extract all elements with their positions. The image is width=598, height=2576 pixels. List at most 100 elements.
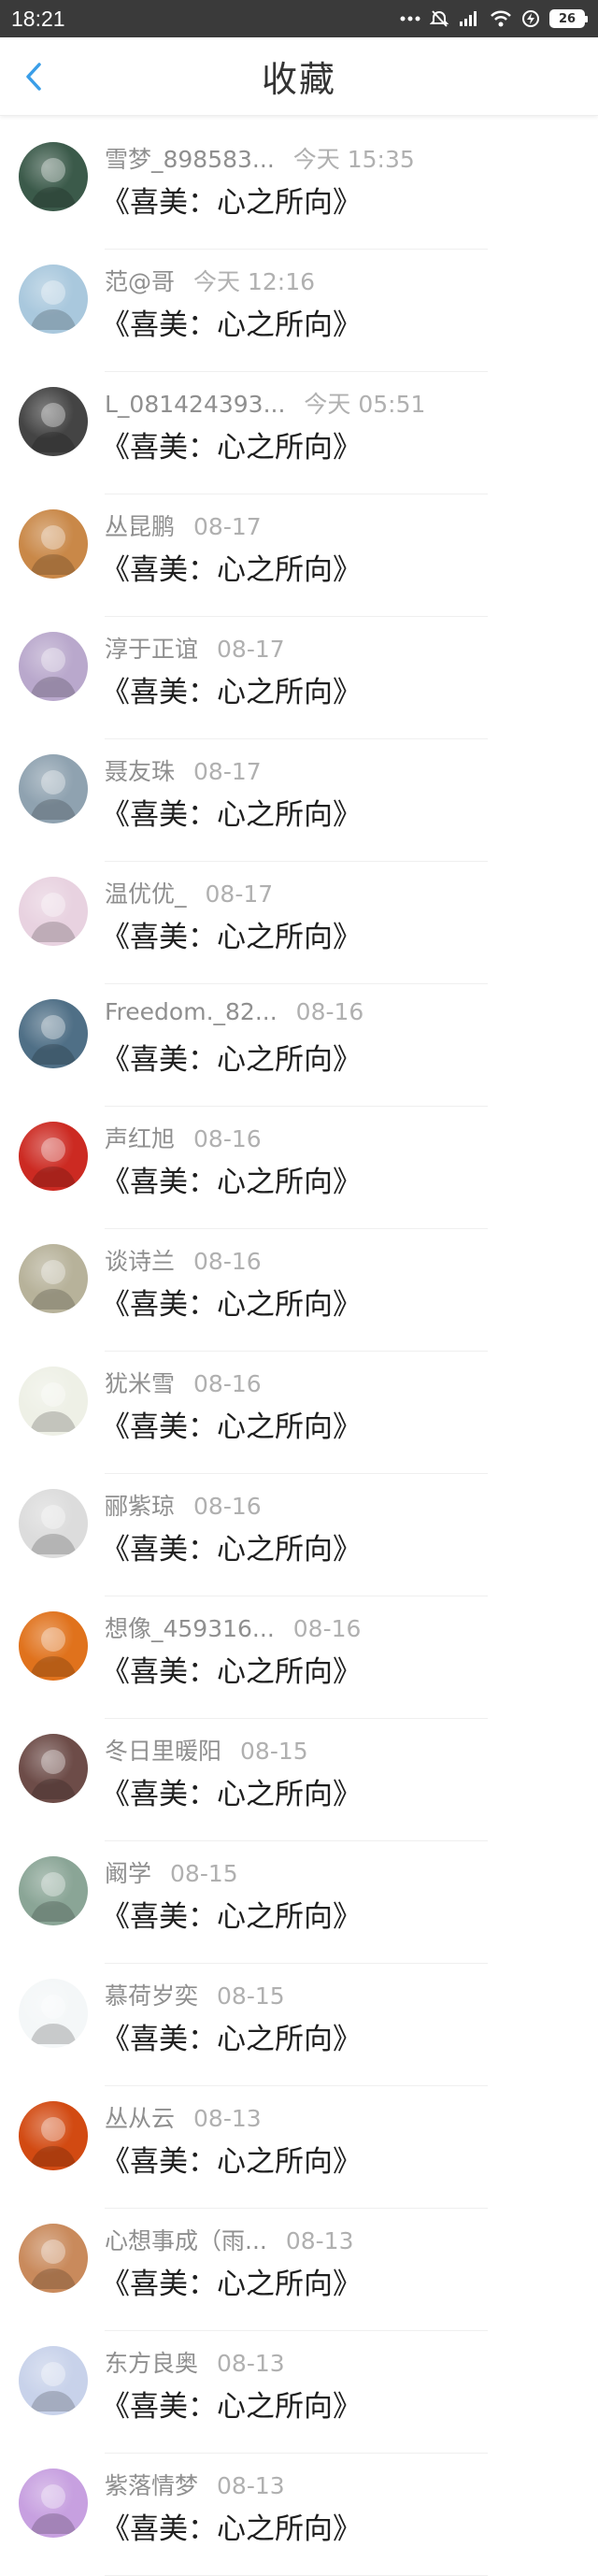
list-item[interactable]: 冬日里暖阳 08-15 《喜美：心之所向》 bbox=[0, 1719, 598, 1841]
list-item[interactable]: 慕荷岁奕 08-15 《喜美：心之所向》 bbox=[0, 1964, 598, 2086]
collected-item-title[interactable]: 《喜美：心之所向》 bbox=[101, 1158, 362, 1200]
collected-item-title[interactable]: 《喜美：心之所向》 bbox=[101, 791, 362, 833]
collected-item-title[interactable]: 《喜美：心之所向》 bbox=[101, 668, 362, 710]
collected-item-title[interactable]: 《喜美：心之所向》 bbox=[101, 1036, 362, 1078]
user-name[interactable]: 雪梦_898583... bbox=[105, 141, 275, 175]
collected-item-title[interactable]: 《喜美：心之所向》 bbox=[101, 1893, 362, 1935]
collected-item-title[interactable]: 《喜美：心之所向》 bbox=[101, 913, 362, 955]
avatar[interactable] bbox=[19, 1856, 88, 1925]
list-item[interactable]: 声红旭 08-16 《喜美：心之所向》 bbox=[0, 1107, 598, 1229]
collected-item-title[interactable]: 《喜美：心之所向》 bbox=[101, 1770, 362, 1812]
user-name[interactable]: 慕荷岁奕 bbox=[105, 1978, 198, 2011]
collected-item-title[interactable]: 《喜美：心之所向》 bbox=[101, 301, 362, 343]
collected-item-title[interactable]: 《喜美：心之所向》 bbox=[101, 2015, 362, 2057]
timestamp: 08-15 bbox=[240, 1738, 308, 1765]
item-meta: L_081424393... 今天 05:51 bbox=[105, 386, 579, 420]
list-item[interactable]: 想像_459316... 08-16 《喜美：心之所向》 bbox=[0, 1596, 598, 1719]
user-name[interactable]: 犹米雪 bbox=[105, 1366, 175, 1399]
item-meta: Freedom._82... 08-16 bbox=[105, 998, 579, 1025]
user-name[interactable]: 谈诗兰 bbox=[105, 1243, 175, 1277]
user-name[interactable]: 声红旭 bbox=[105, 1121, 175, 1154]
collected-item-title[interactable]: 《喜美：心之所向》 bbox=[101, 2383, 362, 2425]
user-name[interactable]: 丛昆鹏 bbox=[105, 508, 175, 542]
list-item[interactable]: 范@哥 今天 12:16 《喜美：心之所向》 bbox=[0, 250, 598, 372]
item-meta: 丛从云 08-13 bbox=[105, 2100, 579, 2134]
user-name[interactable]: 紫落情梦 bbox=[105, 2468, 198, 2501]
timestamp: 08-13 bbox=[217, 2350, 285, 2377]
avatar[interactable] bbox=[19, 1489, 88, 1558]
collected-item-title[interactable]: 《喜美：心之所向》 bbox=[101, 423, 362, 465]
user-name[interactable]: 心想事成（雨... bbox=[105, 2223, 267, 2256]
avatar[interactable] bbox=[19, 754, 88, 823]
avatar[interactable] bbox=[19, 999, 88, 1068]
favorites-list: 雪梦_898583... 今天 15:35 《喜美：心之所向》 范@哥 今天 12:16… bbox=[0, 127, 598, 2576]
list-item[interactable]: 郦紫琼 08-16 《喜美：心之所向》 bbox=[0, 1474, 598, 1596]
user-name[interactable]: 范@哥 bbox=[105, 264, 175, 297]
collected-item-title[interactable]: 《喜美：心之所向》 bbox=[101, 1648, 362, 1690]
list-item[interactable]: 聂友珠 08-17 《喜美：心之所向》 bbox=[0, 739, 598, 862]
collected-item-title[interactable]: 《喜美：心之所向》 bbox=[101, 1281, 362, 1323]
list-item[interactable]: 紫落情梦 08-13 《喜美：心之所向》 bbox=[0, 2454, 598, 2576]
avatar[interactable] bbox=[19, 1979, 88, 2048]
status-time: 18:21 bbox=[11, 6, 65, 31]
avatar[interactable] bbox=[19, 877, 88, 946]
list-item[interactable]: 心想事成（雨... 08-13 《喜美：心之所向》 bbox=[0, 2209, 598, 2331]
item-meta: 谈诗兰 08-16 bbox=[105, 1243, 579, 1277]
item-meta: 淳于正谊 08-17 bbox=[105, 631, 579, 665]
user-name[interactable]: 淳于正谊 bbox=[105, 631, 198, 665]
list-item[interactable]: 丛从云 08-13 《喜美：心之所向》 bbox=[0, 2086, 598, 2209]
user-name[interactable]: 温优优_ bbox=[105, 876, 187, 909]
back-button[interactable] bbox=[13, 56, 54, 97]
user-name[interactable]: 东方良奥 bbox=[105, 2345, 198, 2379]
avatar[interactable] bbox=[19, 2224, 88, 2293]
list-item[interactable]: L_081424393... 今天 05:51 《喜美：心之所向》 bbox=[0, 372, 598, 494]
user-name[interactable]: 聂友珠 bbox=[105, 753, 175, 787]
avatar[interactable] bbox=[19, 142, 88, 211]
avatar[interactable] bbox=[19, 387, 88, 456]
item-meta: 丛昆鹏 08-17 bbox=[105, 508, 579, 542]
wifi-icon bbox=[490, 9, 512, 28]
user-name[interactable]: 阚学 bbox=[105, 1855, 151, 1889]
status-icons: 26 bbox=[400, 9, 588, 28]
collected-item-title[interactable]: 《喜美：心之所向》 bbox=[101, 1525, 362, 1567]
collected-item-title[interactable]: 《喜美：心之所向》 bbox=[101, 179, 362, 221]
item-meta: 温优优_ 08-17 bbox=[105, 876, 579, 909]
item-meta: 声红旭 08-16 bbox=[105, 1121, 579, 1154]
timestamp: 08-17 bbox=[193, 758, 262, 785]
collected-item-title[interactable]: 《喜美：心之所向》 bbox=[101, 2138, 362, 2180]
list-item[interactable]: 谈诗兰 08-16 《喜美：心之所向》 bbox=[0, 1229, 598, 1352]
user-name[interactable]: 想像_459316... bbox=[105, 1610, 275, 1644]
timestamp: 今天 15:35 bbox=[292, 146, 415, 173]
avatar[interactable] bbox=[19, 1734, 88, 1803]
avatar[interactable] bbox=[19, 509, 88, 579]
avatar[interactable] bbox=[19, 1367, 88, 1436]
avatar[interactable] bbox=[19, 1244, 88, 1313]
list-item[interactable]: 温优优_ 08-17 《喜美：心之所向》 bbox=[0, 862, 598, 984]
avatar[interactable] bbox=[19, 1611, 88, 1681]
avatar[interactable] bbox=[19, 1122, 88, 1191]
user-name[interactable]: L_081424393... bbox=[105, 391, 285, 418]
collected-item-title[interactable]: 《喜美：心之所向》 bbox=[101, 546, 362, 588]
list-item[interactable]: 阚学 08-15 《喜美：心之所向》 bbox=[0, 1841, 598, 1964]
collected-item-title[interactable]: 《喜美：心之所向》 bbox=[101, 2505, 362, 2547]
avatar[interactable] bbox=[19, 632, 88, 701]
avatar[interactable] bbox=[19, 2469, 88, 2538]
list-item[interactable]: 雪梦_898583... 今天 15:35 《喜美：心之所向》 bbox=[0, 127, 598, 250]
user-name[interactable]: 郦紫琼 bbox=[105, 1488, 175, 1522]
list-item[interactable]: 犹米雪 08-16 《喜美：心之所向》 bbox=[0, 1352, 598, 1474]
collected-item-title[interactable]: 《喜美：心之所向》 bbox=[101, 1403, 362, 1445]
avatar[interactable] bbox=[19, 2346, 88, 2415]
user-name[interactable]: 丛从云 bbox=[105, 2100, 175, 2134]
user-name[interactable]: 冬日里暖阳 bbox=[105, 1733, 221, 1767]
more-dots-icon bbox=[400, 15, 420, 22]
list-item[interactable]: 丛昆鹏 08-17 《喜美：心之所向》 bbox=[0, 494, 598, 617]
user-name[interactable]: Freedom._82... bbox=[105, 998, 278, 1025]
avatar[interactable] bbox=[19, 2101, 88, 2170]
list-item[interactable]: Freedom._82... 08-16 《喜美：心之所向》 bbox=[0, 984, 598, 1107]
item-meta: 慕荷岁奕 08-15 bbox=[105, 1978, 579, 2011]
list-item[interactable]: 东方良奥 08-13 《喜美：心之所向》 bbox=[0, 2331, 598, 2454]
list-item[interactable]: 淳于正谊 08-17 《喜美：心之所向》 bbox=[0, 617, 598, 739]
timestamp: 今天 12:16 bbox=[193, 268, 316, 295]
avatar[interactable] bbox=[19, 265, 88, 334]
collected-item-title[interactable]: 《喜美：心之所向》 bbox=[101, 2260, 362, 2302]
